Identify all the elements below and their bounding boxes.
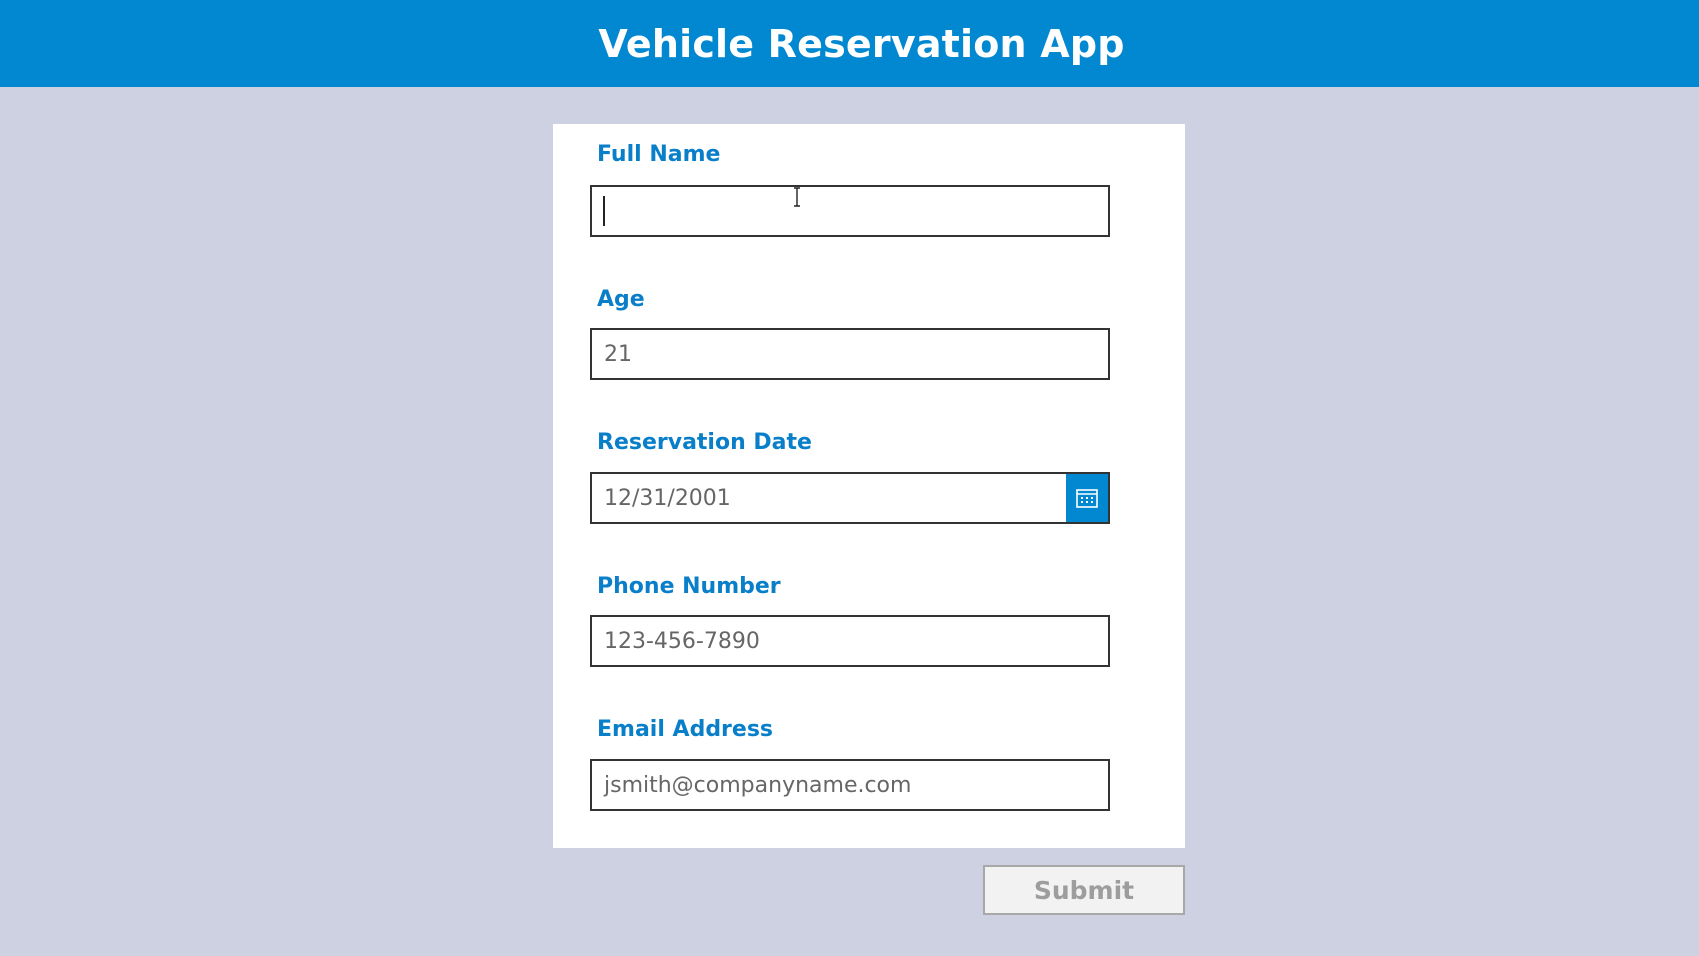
app-header: Vehicle Reservation App: [0, 0, 1699, 87]
phone-number-input[interactable]: 123-456-7890: [590, 615, 1110, 667]
submit-button[interactable]: Submit: [983, 865, 1185, 915]
reservation-form: Full Name Age 21 Reservation Date 12/31/…: [553, 124, 1185, 848]
calendar-icon: [1076, 489, 1098, 508]
reservation-date-value: 12/31/2001: [604, 485, 731, 511]
reservation-date-label: Reservation Date: [597, 430, 812, 455]
age-value: 21: [604, 341, 632, 367]
phone-number-label: Phone Number: [597, 574, 781, 599]
age-label: Age: [597, 287, 645, 312]
text-cursor-icon: [794, 187, 800, 207]
phone-number-value: 123-456-7890: [604, 628, 760, 654]
email-address-input[interactable]: jsmith@companyname.com: [590, 759, 1110, 811]
full-name-input[interactable]: [590, 185, 1110, 237]
age-input[interactable]: 21: [590, 328, 1110, 380]
reservation-date-input[interactable]: 12/31/2001: [590, 472, 1110, 524]
email-address-value: jsmith@companyname.com: [604, 772, 912, 798]
app-title: Vehicle Reservation App: [598, 21, 1125, 66]
email-address-label: Email Address: [597, 717, 774, 742]
full-name-label: Full Name: [597, 142, 721, 167]
calendar-button[interactable]: [1066, 474, 1108, 522]
text-caret: [603, 196, 605, 226]
